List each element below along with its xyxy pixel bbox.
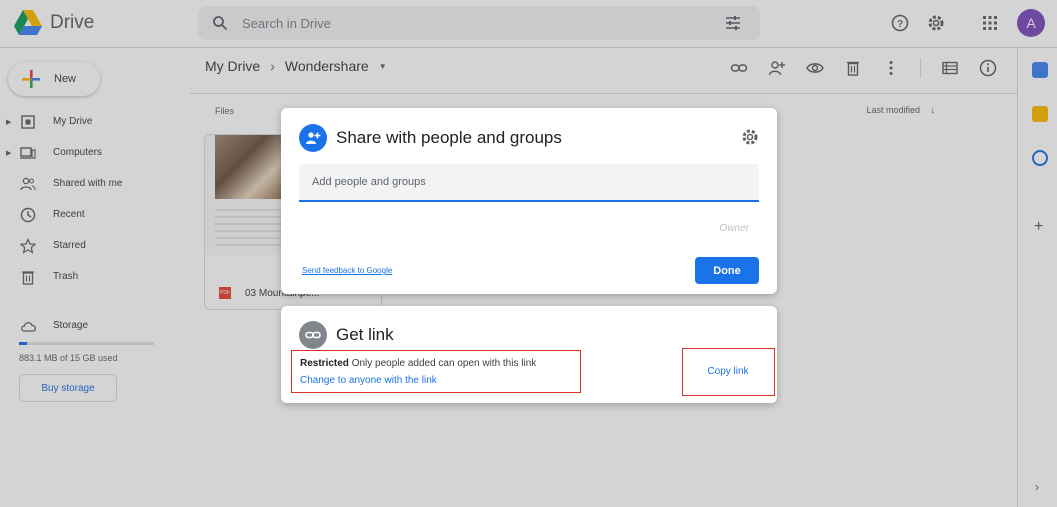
link-icon xyxy=(299,321,327,349)
get-link-title: Get link xyxy=(336,325,394,344)
link-restriction-highlight: Restricted Only people added can open wi… xyxy=(291,350,581,393)
copy-link-highlight: Copy link xyxy=(682,348,775,396)
done-button[interactable]: Done xyxy=(695,257,759,284)
get-link-dialog: Get link Restricted Only people added ca… xyxy=(281,306,777,403)
restriction-description: Only people added can open with this lin… xyxy=(351,358,537,369)
link-restriction-status: Restricted Only people added can open wi… xyxy=(300,358,536,369)
add-person-icon xyxy=(299,124,327,152)
copy-link-button[interactable]: Copy link xyxy=(683,349,773,394)
add-people-input[interactable] xyxy=(299,164,759,202)
send-feedback-link[interactable]: Send feedback to Google xyxy=(302,266,392,275)
owner-label: Owner xyxy=(719,223,749,234)
share-dialog: Share with people and groups Owner Send … xyxy=(281,108,777,294)
settings-icon[interactable] xyxy=(741,128,759,146)
restriction-level: Restricted xyxy=(300,358,349,369)
change-link-access-link[interactable]: Change to anyone with the link xyxy=(300,375,437,386)
share-dialog-title: Share with people and groups xyxy=(336,128,562,147)
